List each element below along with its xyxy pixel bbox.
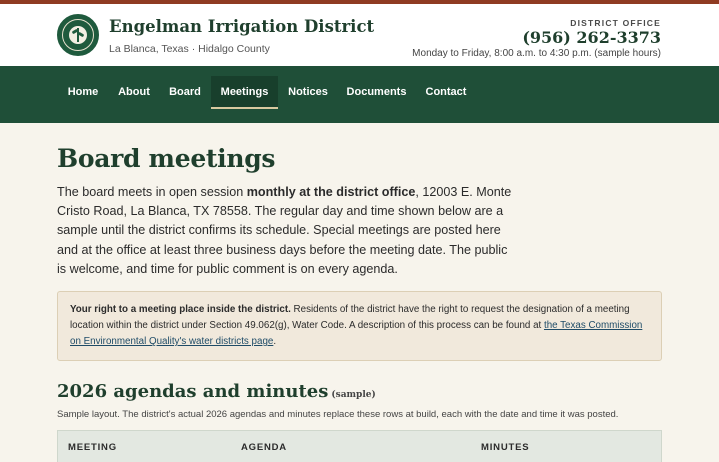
- nav-item-home[interactable]: Home: [57, 76, 109, 109]
- column-header-minutes: MINUTES: [481, 442, 530, 453]
- site-title[interactable]: Engelman Irrigation District: [109, 17, 374, 36]
- agendas-heading: 2026 agendas and minutes (sample): [57, 381, 376, 402]
- district-seal-icon[interactable]: [57, 14, 99, 56]
- nav-item-notices[interactable]: Notices: [279, 76, 337, 109]
- agendas-table-header: MEETING AGENDA MINUTES: [57, 430, 662, 462]
- page-title: Board meetings: [57, 144, 276, 173]
- callout-heading: Your right to a meeting place inside the…: [70, 304, 291, 315]
- main-navigation: Home About Board Meetings Notices Docume…: [0, 66, 719, 123]
- agendas-title: 2026 agendas and minutes: [57, 381, 329, 402]
- column-header-meeting: MEETING: [68, 442, 117, 453]
- intro-emphasis: monthly at the district office: [246, 185, 416, 199]
- intro-paragraph: The board meets in open session monthly …: [57, 183, 515, 279]
- office-label: DISTRICT OFFICE: [570, 18, 661, 28]
- site-header: Engelman Irrigation District La Blanca, …: [0, 4, 719, 66]
- agendas-note: Sample layout. The district's actual 202…: [57, 409, 619, 420]
- sample-tag: (sample): [331, 390, 376, 400]
- site-subtitle: La Blanca, Texas · Hidalgo County: [109, 43, 270, 55]
- office-hours: Monday to Friday, 8:00 a.m. to 4:30 p.m.…: [412, 48, 661, 59]
- nav-item-contact[interactable]: Contact: [416, 76, 476, 109]
- nav-item-meetings[interactable]: Meetings: [211, 76, 278, 109]
- nav-item-about[interactable]: About: [110, 76, 158, 109]
- callout-end: .: [273, 336, 277, 347]
- nav-item-documents[interactable]: Documents: [338, 76, 415, 109]
- intro-text: The board meets in open session: [57, 185, 247, 199]
- meeting-place-rights-callout: Your right to a meeting place inside the…: [57, 291, 662, 361]
- nav-item-board[interactable]: Board: [159, 76, 211, 109]
- column-header-agenda: AGENDA: [241, 442, 287, 453]
- office-phone-link[interactable]: (956) 262-3373: [522, 28, 661, 47]
